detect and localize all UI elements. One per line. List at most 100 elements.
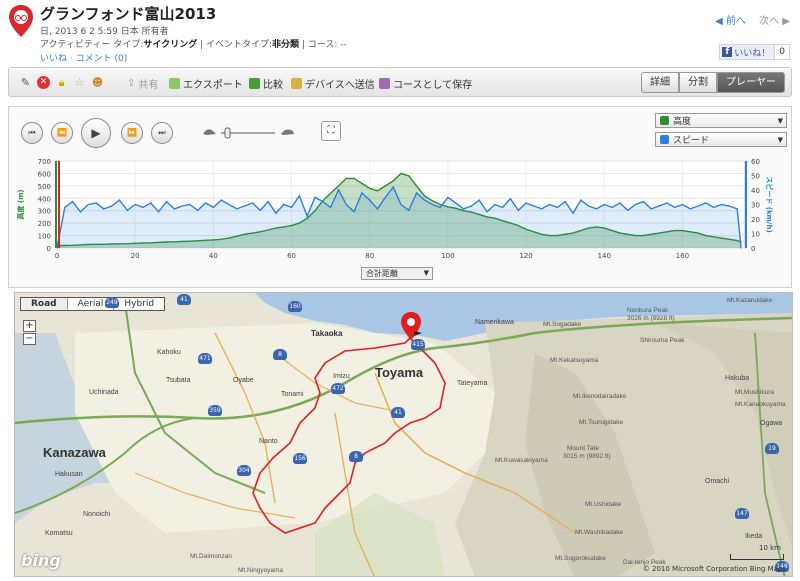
data-point-1 xyxy=(361,182,363,184)
road-shield: 472 xyxy=(331,383,345,394)
send-to-device-button[interactable]: デバイスへ送信 xyxy=(291,76,375,91)
data-point-2 xyxy=(369,199,371,201)
data-point-2 xyxy=(64,206,66,208)
people-icon[interactable]: ☻ xyxy=(91,76,104,89)
share-button[interactable]: ⇪ 共有 xyxy=(127,76,158,91)
rewind-button[interactable]: ⏪ xyxy=(51,122,73,144)
save-as-course-label: コースとして保存 xyxy=(393,80,473,91)
view-tabs: 詳細 分割 プレーヤー xyxy=(641,72,785,93)
data-point-2 xyxy=(298,195,300,197)
data-point-2 xyxy=(650,208,652,210)
y-tick-label-right: 20 xyxy=(751,216,760,224)
toolbar: ✎ ✕ 🔒︎ ☆ ☻ ⇪ 共有 エクスポート 比較 デバイスへ送信 コースとして保… xyxy=(8,67,792,97)
prev-link[interactable]: ◀ 前へ xyxy=(715,16,746,27)
place-label: Tonami xyxy=(281,391,304,398)
data-point-1 xyxy=(376,190,379,192)
data-point-2 xyxy=(345,203,347,206)
tab-player[interactable]: プレーヤー xyxy=(717,72,785,93)
map-pin-icon[interactable] xyxy=(400,311,422,341)
data-point-2 xyxy=(486,211,488,213)
edit-icon[interactable]: ✎ xyxy=(19,76,32,89)
data-point-1 xyxy=(431,200,433,202)
data-point-2 xyxy=(189,203,191,206)
data-point-2 xyxy=(541,208,543,210)
y-tick-label-left: 300 xyxy=(38,208,51,216)
data-point-2 xyxy=(251,202,254,204)
pager: ◀ 前へ 次へ ▶ xyxy=(715,12,790,27)
data-point-2 xyxy=(197,209,199,211)
course-icon xyxy=(379,78,390,89)
map-pin-icon xyxy=(9,5,33,37)
mountain-label: Mt.Ikenodairadake xyxy=(573,393,627,400)
fast-forward-button[interactable]: ⏩ xyxy=(121,122,143,144)
mountain-label: Mt.Daimonzan xyxy=(190,553,232,560)
activity-date: 日, 2013 6 2 5:59 日本 所有者 xyxy=(40,27,169,37)
mountain-label: Mt.Kekatsuyama xyxy=(550,357,599,364)
series2-select[interactable]: スピード ▼ xyxy=(655,132,787,147)
data-point-2 xyxy=(79,211,82,213)
data-point-2 xyxy=(384,196,386,198)
data-point-1 xyxy=(345,177,347,179)
data-point-2 xyxy=(713,206,715,208)
skip-end-button[interactable]: ⏭ xyxy=(151,122,173,144)
data-point-1 xyxy=(330,192,332,194)
star-icon[interactable]: ☆ xyxy=(73,76,86,89)
map-scale: 10 km xyxy=(730,544,784,560)
data-point-2 xyxy=(416,192,418,194)
place-label: Hakusan xyxy=(55,471,83,478)
mountain-label: Mt.Washibadake xyxy=(575,529,624,536)
like-link[interactable]: いいね xyxy=(40,54,67,64)
y-tick-label-left: 400 xyxy=(38,195,51,203)
zoom-out-button[interactable]: − xyxy=(23,333,36,345)
tab-details[interactable]: 詳細 xyxy=(641,72,679,93)
comment-link[interactable]: コメント (0) xyxy=(76,54,128,64)
route-map[interactable]: Road Aerial Hybrid + − Toyama Kanazawa T… xyxy=(14,292,793,577)
slow-turtle-icon xyxy=(203,129,216,135)
data-point-2 xyxy=(259,209,261,211)
export-button[interactable]: エクスポート xyxy=(169,76,243,91)
facebook-like-button[interactable]: f いいね！ 0 xyxy=(719,44,790,60)
y-tick-label-left: 200 xyxy=(38,220,51,228)
tab-splits[interactable]: 分割 xyxy=(679,72,717,93)
zoom-in-button[interactable]: + xyxy=(23,320,36,332)
elevation-speed-chart[interactable]: 010020030040050060070001020304050600 20 40… xyxy=(9,155,791,275)
mountain-label: Mt.Mushikura xyxy=(735,389,775,396)
data-point-2 xyxy=(674,206,676,208)
data-point-2 xyxy=(611,206,613,208)
data-point-2 xyxy=(87,203,89,206)
map-tab-hybrid[interactable]: Hybrid xyxy=(114,298,164,310)
data-point-2 xyxy=(103,208,105,210)
data-point-2 xyxy=(165,201,168,203)
data-point-2 xyxy=(658,205,660,207)
compare-button[interactable]: 比較 xyxy=(249,76,283,91)
data-point-2 xyxy=(322,201,324,203)
fullscreen-icon[interactable]: ⛶ xyxy=(321,121,341,141)
mountain-label: Mt.Sogadake xyxy=(543,321,582,328)
data-point-2 xyxy=(681,203,684,206)
place-label: Ikeda xyxy=(745,533,763,540)
play-button[interactable]: ▶ xyxy=(81,118,111,148)
export-label: エクスポート xyxy=(183,80,243,91)
delete-icon[interactable]: ✕ xyxy=(37,76,50,89)
data-point-2 xyxy=(588,205,590,207)
skip-start-button[interactable]: ⏮ xyxy=(21,122,43,144)
x-tick-label: 80 xyxy=(365,252,374,260)
series1-select[interactable]: 高度 ▼ xyxy=(655,113,787,128)
data-point-2 xyxy=(666,202,668,204)
save-as-course-button[interactable]: コースとして保存 xyxy=(379,76,472,91)
speed-slider[interactable] xyxy=(203,124,295,140)
activity-header: グランフォンド富山2013 日, 2013 6 2 5:59 日本 所有者 アク… xyxy=(0,0,800,66)
data-point-1 xyxy=(369,187,371,189)
data-point-2 xyxy=(548,203,551,206)
y-tick-label-left: 100 xyxy=(38,233,51,241)
lock-icon[interactable]: 🔒︎ xyxy=(55,76,68,89)
x-tick-label: 40 xyxy=(209,252,218,260)
data-point-2 xyxy=(275,212,277,214)
map-tab-road[interactable]: Road xyxy=(21,298,68,310)
road-shield: 8 xyxy=(349,451,363,462)
place-label: Oyabe xyxy=(233,377,254,384)
x-axis-select[interactable]: 合計距離 ▼ xyxy=(361,267,433,280)
next-link[interactable]: 次へ ▶ xyxy=(759,16,790,27)
data-point-2 xyxy=(118,199,121,201)
mountain-label: Nonkura Peak xyxy=(627,307,669,314)
